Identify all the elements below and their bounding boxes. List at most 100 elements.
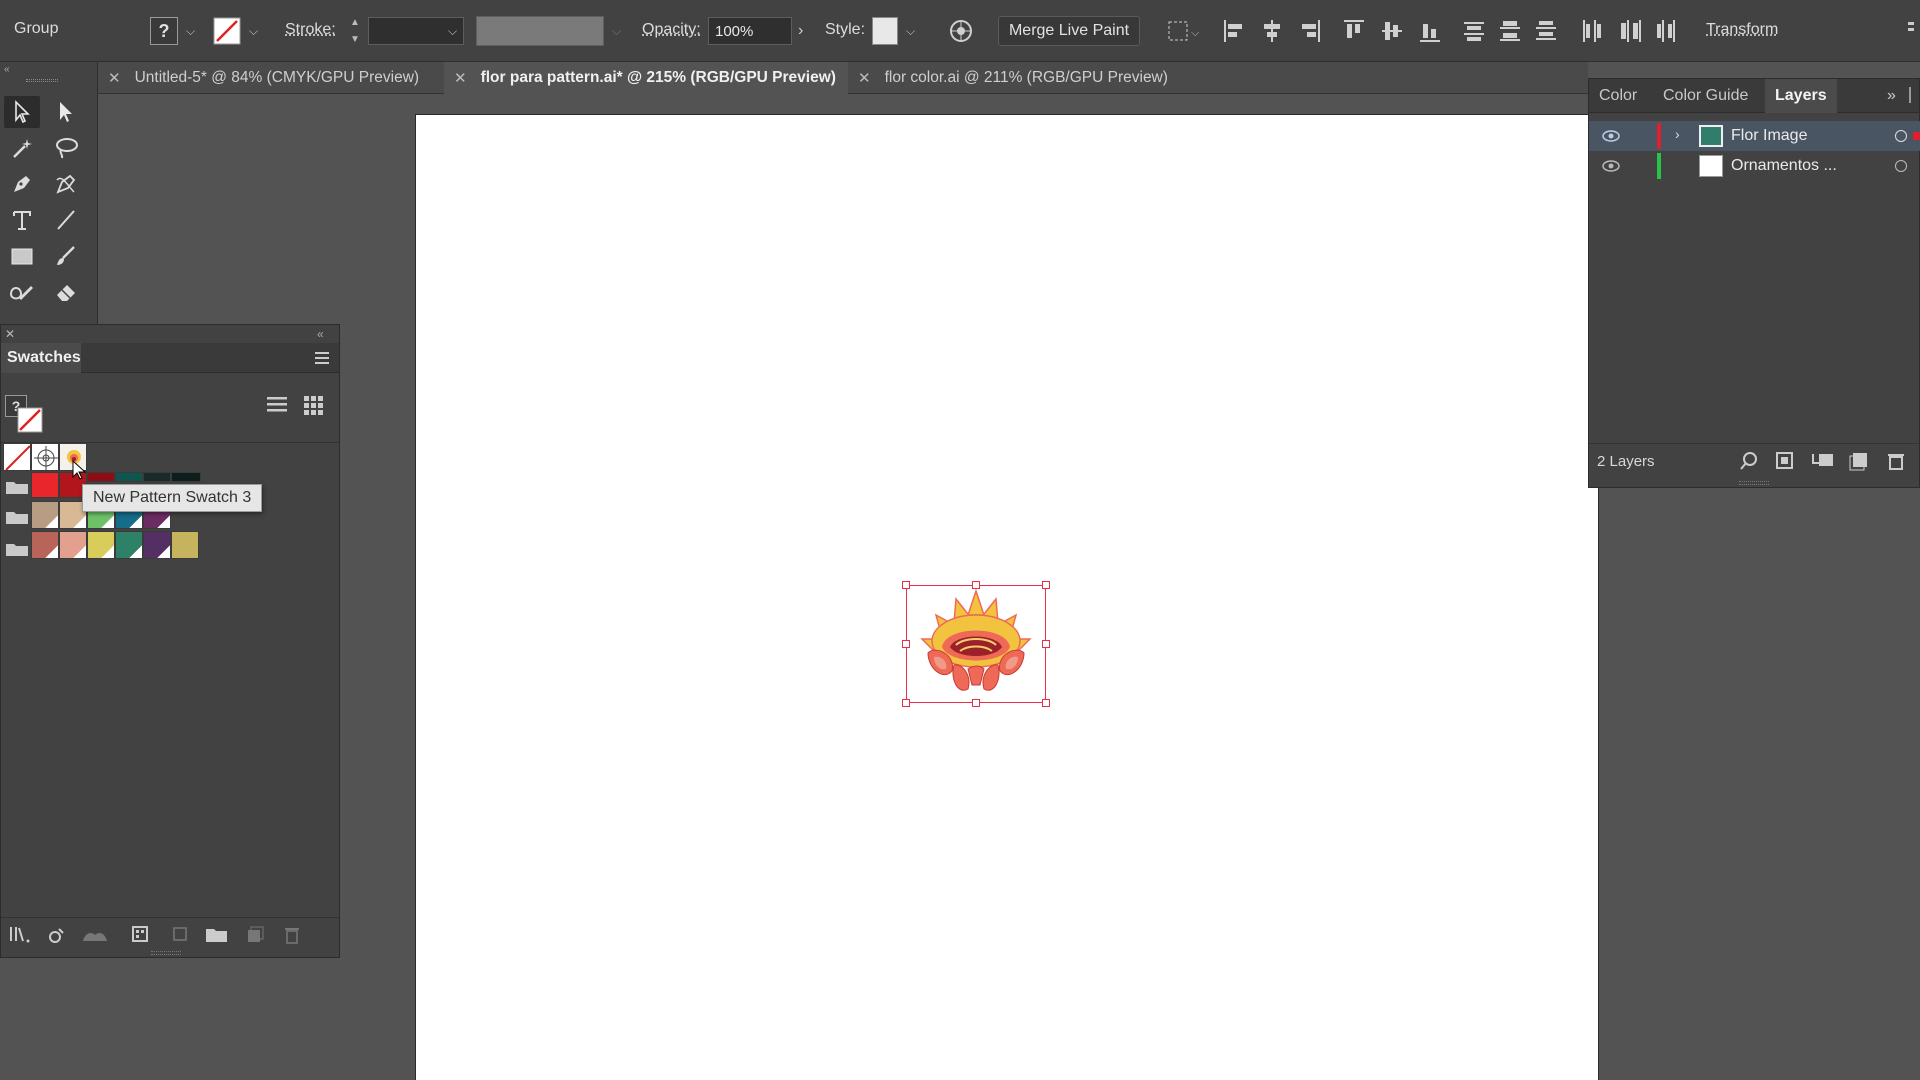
grid-view-icon[interactable] xyxy=(303,395,325,417)
swatch-libraries-menu-icon[interactable] xyxy=(9,925,31,945)
paintbrush-tool-icon[interactable] xyxy=(48,240,84,272)
stroke-label[interactable]: Stroke: xyxy=(285,21,336,39)
opacity-label[interactable]: Opacity: xyxy=(642,21,701,39)
panel-menu-icon[interactable] xyxy=(315,351,331,365)
line-segment-tool-icon[interactable] xyxy=(48,204,84,236)
close-tab-icon[interactable]: ✕ xyxy=(858,69,871,87)
swatches-tab[interactable]: Swatches xyxy=(1,343,81,373)
flower-artwork[interactable] xyxy=(902,581,1050,707)
swatch-maroon[interactable] xyxy=(87,472,115,482)
swatch-near-black[interactable] xyxy=(171,472,201,482)
make-clipping-mask-icon[interactable] xyxy=(1775,451,1795,471)
distribute-left-icon[interactable] xyxy=(1580,18,1604,44)
distribute-top-icon[interactable] xyxy=(1462,18,1486,44)
tab-flor-para-pattern[interactable]: ✕ flor para pattern.ai* @ 215% (RGB/GPU … xyxy=(444,62,848,94)
expand-layer-chevron-icon[interactable]: › xyxy=(1675,126,1680,142)
distribute-horizontal-center-icon[interactable] xyxy=(1618,18,1642,44)
distribute-vertical-center-icon[interactable] xyxy=(1498,18,1522,44)
resize-handle[interactable] xyxy=(1042,640,1050,648)
distribute-right-icon[interactable] xyxy=(1654,18,1678,44)
lasso-tool-icon[interactable] xyxy=(48,132,84,164)
swatch-red[interactable] xyxy=(31,472,59,498)
curvature-tool-icon[interactable] xyxy=(48,168,84,200)
magic-wand-tool-icon[interactable] xyxy=(4,132,40,164)
stroke-weight-stepper[interactable]: ▲ ▼ xyxy=(348,17,362,45)
opacity-expand-chevron-icon[interactable]: › xyxy=(798,22,803,40)
create-sublayer-icon[interactable] xyxy=(1811,451,1835,471)
tab-color[interactable]: Color xyxy=(1589,79,1647,113)
align-top-icon[interactable] xyxy=(1342,18,1366,44)
variable-width-profile[interactable] xyxy=(476,16,604,46)
resize-handle[interactable] xyxy=(1042,581,1050,589)
close-tab-icon[interactable]: ✕ xyxy=(454,69,467,87)
selection-tool-icon[interactable] xyxy=(4,96,40,128)
panel-resize-grip[interactable] xyxy=(1739,481,1769,485)
profile-chevron-icon[interactable]: ⌵ xyxy=(612,24,621,39)
artboard[interactable] xyxy=(416,115,1598,1080)
distribute-bottom-icon[interactable] xyxy=(1534,18,1558,44)
fill-dropdown-chevron-icon[interactable]: ⌵ xyxy=(186,24,195,39)
layer-row-flor-image[interactable]: › Flor Image xyxy=(1589,121,1920,151)
selection-indicator[interactable] xyxy=(1913,132,1920,140)
type-tool-icon[interactable] xyxy=(4,204,40,236)
swatch-dark-green[interactable] xyxy=(143,472,171,482)
align-bottom-icon[interactable] xyxy=(1418,18,1442,44)
resize-handle[interactable] xyxy=(902,581,910,589)
swatch-salmon[interactable] xyxy=(59,531,87,559)
collapse-panel-icon[interactable]: « xyxy=(4,64,10,75)
swatch-olive[interactable] xyxy=(171,531,199,559)
resize-handle[interactable] xyxy=(902,640,910,648)
locate-object-icon[interactable] xyxy=(1739,451,1759,471)
color-group-folder-icon[interactable] xyxy=(5,509,29,525)
layer-name[interactable]: Ornamentos ... xyxy=(1731,157,1837,175)
merge-live-paint-button[interactable]: Merge Live Paint xyxy=(998,16,1140,46)
target-circle-icon[interactable] xyxy=(1895,160,1907,172)
fill-stroke-indicator[interactable]: ? xyxy=(5,395,47,435)
tab-flor-color[interactable]: ✕ flor color.ai @ 211% (RGB/GPU Preview) xyxy=(848,62,1188,94)
swatch-options-disabled-icon[interactable] xyxy=(171,925,191,945)
expand-panel-icon[interactable]: » xyxy=(1887,87,1896,105)
tab-layers[interactable]: Layers xyxy=(1765,79,1837,113)
swatch-tan[interactable] xyxy=(31,501,59,529)
align-left-icon[interactable] xyxy=(1222,18,1246,44)
selection-bounding-box[interactable] xyxy=(906,585,1046,703)
swatch-teal[interactable] xyxy=(115,472,143,482)
recolor-artwork-icon[interactable] xyxy=(948,18,974,44)
none-swatch-icon[interactable] xyxy=(3,443,31,471)
stroke-weight-chevron-icon[interactable]: ⌵ xyxy=(448,24,457,39)
layer-row-ornamentos[interactable]: Ornamentos ... xyxy=(1589,151,1920,181)
opacity-input[interactable]: 100% xyxy=(708,17,792,45)
panel-menu-icon[interactable] xyxy=(1909,87,1911,103)
style-chevron-icon[interactable]: ⌵ xyxy=(906,24,915,39)
new-swatch-icon[interactable] xyxy=(245,925,265,945)
resize-handle[interactable] xyxy=(902,699,910,707)
eye-visibility-icon[interactable] xyxy=(1601,159,1621,173)
tab-color-guide[interactable]: Color Guide xyxy=(1653,79,1758,113)
control-bar-menu-icon[interactable] xyxy=(1906,20,1916,40)
pen-tool-icon[interactable] xyxy=(4,168,40,200)
graphic-style-swatch[interactable] xyxy=(872,17,898,45)
align-right-icon[interactable] xyxy=(1298,18,1322,44)
close-tab-icon[interactable]: ✕ xyxy=(108,69,121,87)
stroke-swatch[interactable] xyxy=(213,17,241,45)
registration-swatch-icon[interactable] xyxy=(31,443,59,471)
new-color-group-icon[interactable] xyxy=(131,925,151,945)
eye-visibility-icon[interactable] xyxy=(1601,129,1621,143)
tab-untitled-5[interactable]: ✕ Untitled-5* @ 84% (CMYK/GPU Preview) xyxy=(98,62,444,94)
color-group-folder-icon[interactable] xyxy=(5,479,29,495)
list-view-icon[interactable] xyxy=(267,395,289,415)
swatch-purple[interactable] xyxy=(143,531,171,559)
fill-swatch[interactable]: ? xyxy=(150,17,178,45)
collapse-panel-icon[interactable]: « xyxy=(317,327,324,341)
transform-link[interactable]: Transform xyxy=(1706,21,1778,39)
stroke-dropdown-chevron-icon[interactable]: ⌵ xyxy=(249,24,258,39)
align-vertical-center-icon[interactable] xyxy=(1380,18,1404,44)
resize-handle[interactable] xyxy=(972,581,980,589)
close-panel-icon[interactable]: ✕ xyxy=(5,327,15,341)
panel-resize-grip[interactable] xyxy=(151,951,181,955)
align-to-selection-icon[interactable]: ⌵ xyxy=(1166,18,1202,44)
direct-selection-tool-icon[interactable] xyxy=(48,96,84,128)
target-circle-icon[interactable] xyxy=(1895,130,1907,142)
new-folder-icon[interactable] xyxy=(205,925,229,945)
swatch-yellow[interactable] xyxy=(87,531,115,559)
